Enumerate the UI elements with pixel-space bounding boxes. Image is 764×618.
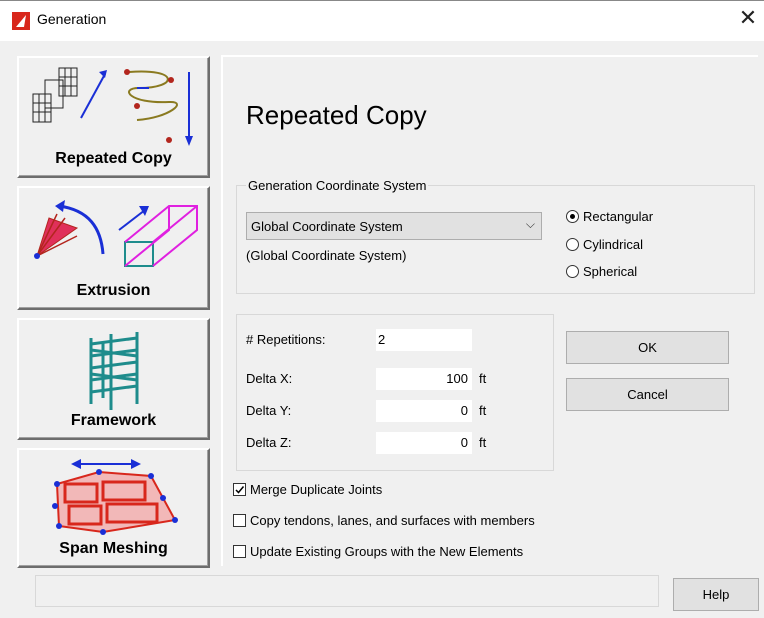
delta-z-input[interactable]: 0 xyxy=(376,432,472,454)
field-value: 100 xyxy=(446,371,468,386)
radio-rectangular[interactable]: Rectangular xyxy=(566,209,653,224)
title-bar xyxy=(0,0,764,41)
field-label: # Repetitions: xyxy=(246,332,326,347)
unit-label: ft xyxy=(479,435,487,450)
radio-spherical[interactable]: Spherical xyxy=(566,264,637,279)
field-value: 0 xyxy=(460,435,468,450)
merge-duplicate-joints-checkbox[interactable]: Merge Duplicate Joints xyxy=(233,482,382,497)
radio-dot xyxy=(566,238,579,251)
tool-label: Repeated Copy xyxy=(55,150,172,167)
span-meshing-button[interactable]: Span Meshing xyxy=(17,448,210,568)
framework-button[interactable]: Framework xyxy=(17,318,210,440)
window-title: Generation xyxy=(37,11,107,27)
chevron-down-icon: ⌵ xyxy=(525,217,535,231)
field-label: Delta X: xyxy=(246,371,293,386)
unit-label: ft xyxy=(479,371,487,386)
coordinate-system-dropdown[interactable]: Global Coordinate System ⌵ xyxy=(246,212,542,240)
help-button[interactable]: Help xyxy=(673,578,759,611)
field-label: Delta Y: xyxy=(246,403,292,418)
repetitions-input[interactable]: 2 xyxy=(376,329,472,351)
tool-label: Extrusion xyxy=(76,282,151,299)
status-bar xyxy=(35,575,659,607)
field-label: Delta Z: xyxy=(246,435,292,450)
radio-label: Spherical xyxy=(583,264,638,279)
radio-label: Cylindrical xyxy=(583,237,643,252)
update-groups-checkbox[interactable]: Update Existing Groups with the New Elem… xyxy=(233,544,523,559)
ok-button[interactable]: OK xyxy=(566,331,729,364)
dropdown-value: Global Coordinate System xyxy=(251,219,403,234)
checkbox-box xyxy=(233,483,246,496)
extrusion-button[interactable]: Extrusion xyxy=(17,186,210,310)
cancel-button[interactable]: Cancel xyxy=(566,378,729,411)
copy-tendons-checkbox[interactable]: Copy tendons, lanes, and surfaces with m… xyxy=(233,513,535,528)
checkbox-box xyxy=(233,514,246,527)
repeated-copy-icon xyxy=(32,67,193,146)
repeated-copy-button[interactable]: Repeated Copy xyxy=(17,56,210,178)
checkbox-label: Merge Duplicate Joints xyxy=(250,482,383,497)
field-value: 0 xyxy=(460,403,468,418)
page-title: Repeated Copy xyxy=(246,100,427,130)
tool-label: Span Meshing xyxy=(59,540,168,557)
framework-icon xyxy=(89,332,139,410)
app-logo-icon xyxy=(12,12,30,30)
radio-dot xyxy=(566,210,579,223)
field-value: 2 xyxy=(378,332,386,347)
radio-dot xyxy=(566,265,579,278)
radio-label: Rectangular xyxy=(583,209,654,224)
close-icon[interactable]: ✕ xyxy=(736,6,760,30)
checkbox-label: Update Existing Groups with the New Elem… xyxy=(250,544,524,559)
extrusion-icon xyxy=(34,200,198,267)
span-meshing-icon xyxy=(52,459,178,535)
checkbox-box xyxy=(233,545,246,558)
delta-x-input[interactable]: 100 xyxy=(376,368,472,390)
coordinate-system-subtext: (Global Coordinate System) xyxy=(246,248,407,263)
group-title: Generation Coordinate System xyxy=(246,178,429,193)
checkbox-label: Copy tendons, lanes, and surfaces with m… xyxy=(250,513,535,528)
check-icon xyxy=(235,486,245,494)
radio-cylindrical[interactable]: Cylindrical xyxy=(566,237,643,252)
delta-y-input[interactable]: 0 xyxy=(376,400,472,422)
tool-label: Framework xyxy=(70,412,157,429)
unit-label: ft xyxy=(479,403,487,418)
